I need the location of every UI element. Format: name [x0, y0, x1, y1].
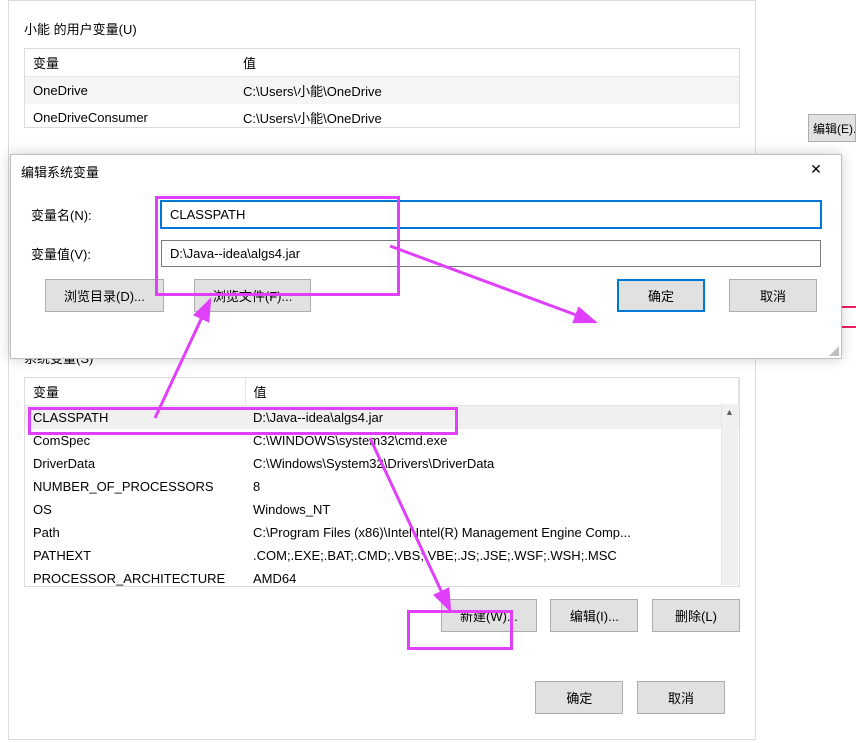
edit-sys-var-button[interactable]: 编辑(I)...	[550, 599, 638, 632]
close-button[interactable]: ✕	[801, 161, 831, 181]
browse-file-button[interactable]: 浏览文件(F)...	[194, 279, 311, 312]
var-value-input[interactable]	[161, 240, 821, 267]
cancel-button[interactable]: 取消	[637, 681, 725, 714]
table-row[interactable]: DriverData C:\Windows\System32\Drivers\D…	[25, 452, 739, 475]
env-vars-window: 小能 的用户变量(U) 变量 值 OneDrive C:\Users\小能\On…	[8, 0, 756, 740]
scroll-up-icon[interactable]: ▲	[722, 404, 737, 421]
edit-system-variable-dialog: 编辑系统变量 ✕ 变量名(N): 变量值(V): 浏览目录(D)... 浏览文件…	[10, 154, 842, 359]
col-header-variable[interactable]: 变量	[25, 378, 245, 406]
browse-directory-button[interactable]: 浏览目录(D)...	[45, 279, 164, 312]
sys-vars-table[interactable]: 变量 值 CLASSPATH D:\Java--idea\algs4.jar C…	[24, 377, 740, 587]
col-header-value[interactable]: 值	[235, 49, 739, 77]
dialog-title: 编辑系统变量	[21, 162, 99, 181]
edit-user-var-button-partial[interactable]: 编辑(E)...	[808, 114, 856, 142]
var-value-label: 变量值(V):	[31, 244, 161, 263]
table-row[interactable]: Path C:\Program Files (x86)\Intel\Intel(…	[25, 521, 739, 544]
close-icon: ✕	[810, 161, 822, 177]
ok-button[interactable]: 确定	[535, 681, 623, 714]
table-row[interactable]: OneDrive C:\Users\小能\OneDrive	[25, 77, 739, 105]
delete-sys-var-button[interactable]: 删除(L)	[652, 599, 740, 632]
vertical-scrollbar[interactable]: ▲	[721, 404, 738, 585]
var-name-input[interactable]	[161, 201, 821, 228]
col-header-variable[interactable]: 变量	[25, 49, 235, 77]
dialog-ok-button[interactable]: 确定	[617, 279, 705, 312]
user-vars-table[interactable]: 变量 值 OneDrive C:\Users\小能\OneDrive OneDr…	[24, 48, 740, 128]
table-row[interactable]: PROCESSOR_ARCHITECTURE AMD64	[25, 567, 739, 587]
table-row[interactable]: NUMBER_OF_PROCESSORS 8	[25, 475, 739, 498]
table-row[interactable]: OS Windows_NT	[25, 498, 739, 521]
table-row[interactable]: ComSpec C:\WINDOWS\system32\cmd.exe	[25, 429, 739, 452]
user-vars-title: 小能 的用户变量(U)	[24, 19, 740, 38]
table-row[interactable]: CLASSPATH D:\Java--idea\algs4.jar	[25, 406, 739, 430]
new-sys-var-button[interactable]: 新建(W)...	[441, 599, 537, 632]
col-header-value[interactable]: 值	[245, 378, 739, 406]
table-row[interactable]: PATHEXT .COM;.EXE;.BAT;.CMD;.VBS;.VBE;.J…	[25, 544, 739, 567]
dialog-cancel-button[interactable]: 取消	[729, 279, 817, 312]
table-row[interactable]: OneDriveConsumer C:\Users\小能\OneDrive	[25, 104, 739, 128]
resize-grip-icon[interactable]	[827, 344, 839, 356]
var-name-label: 变量名(N):	[31, 205, 161, 224]
